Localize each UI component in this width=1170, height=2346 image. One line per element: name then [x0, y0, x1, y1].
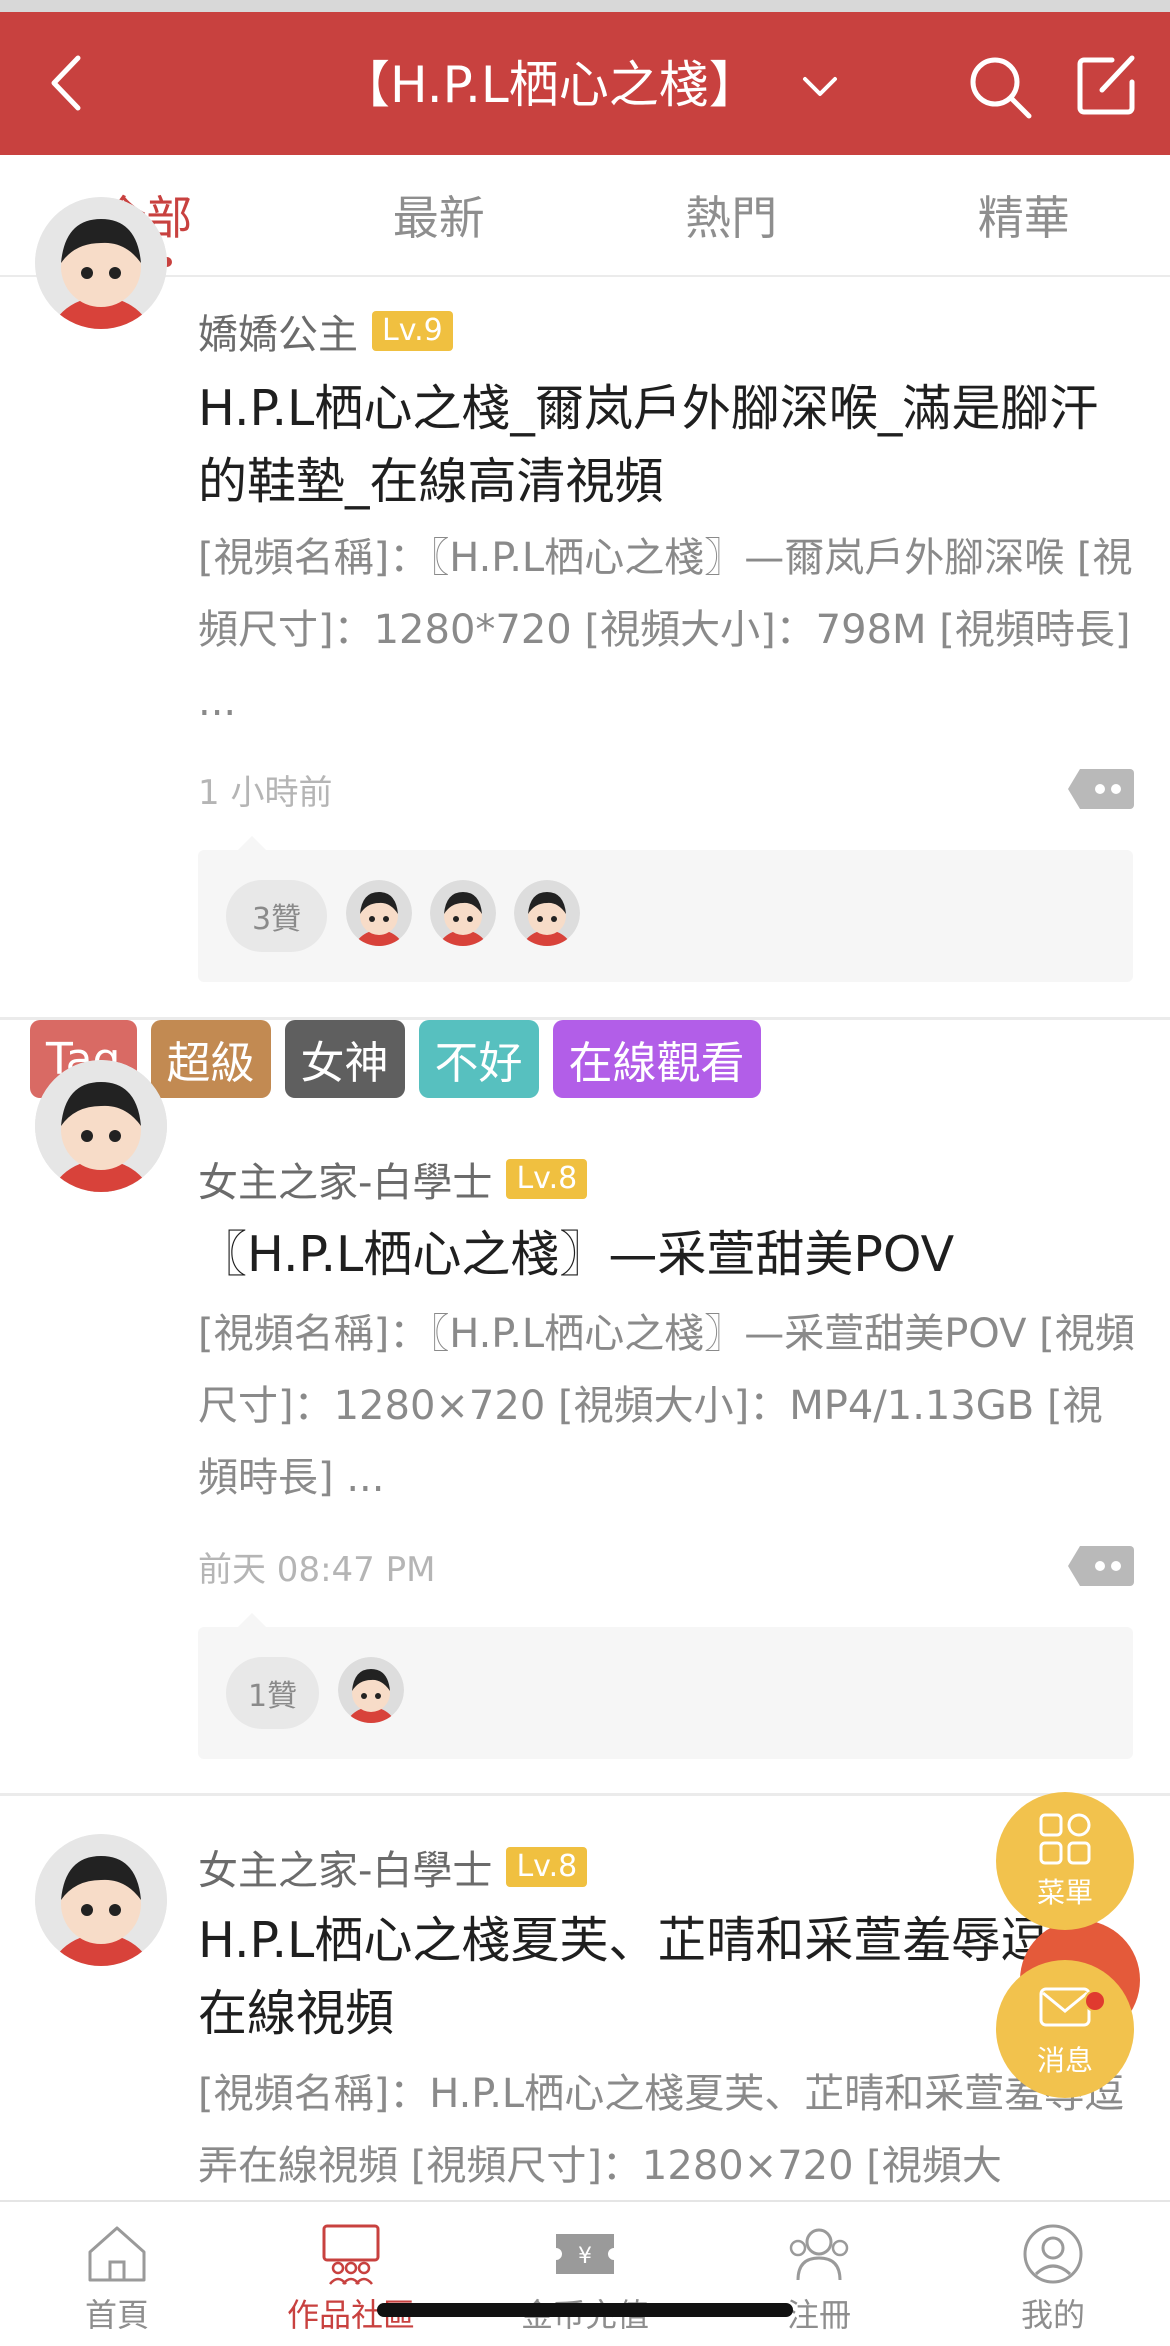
post-time: 前天 08:47 PM	[198, 1550, 436, 1590]
filter-tabs: 全部 最新 熱門 精華	[0, 155, 1170, 277]
post-title[interactable]: 〖H.P.L栖心之棧〗—采萱甜美POV	[198, 1218, 1138, 1291]
profile-icon	[1023, 2224, 1083, 2284]
unread-dot	[1084, 1990, 1106, 2012]
post-card[interactable]: 女主之家-白學士 Lv.8 H.P.L栖心之棧夏芙、芷晴和采萱羞辱逗弄在線視頻 […	[0, 1796, 1170, 2200]
menu-fab[interactable]: 菜單	[996, 1792, 1134, 1930]
like-count[interactable]: 3贊	[226, 880, 328, 952]
tab-hot[interactable]: 熱門	[585, 155, 878, 275]
back-button[interactable]	[40, 48, 100, 118]
post-title[interactable]: H.P.L栖心之棧_爾岚戶外腳深喉_滿是腳汗的鞋墊_在線高清視頻	[198, 372, 1138, 518]
nav-community[interactable]: 作品社區	[234, 2202, 468, 2346]
post-card[interactable]: 嬌嬌公主 Lv.9 H.P.L栖心之棧_爾岚戶外腳深喉_滿是腳汗的鞋墊_在線高清視…	[0, 197, 1170, 1017]
message-fab[interactable]: 消息	[996, 1960, 1134, 2098]
nav-register[interactable]: 注冊	[702, 2202, 936, 2346]
tag-chip[interactable]: 女神	[284, 1020, 405, 1098]
comment-icon	[1068, 1546, 1134, 1586]
like-count[interactable]: 1贊	[226, 1657, 320, 1729]
forum-dropdown-button[interactable]	[795, 67, 845, 107]
tab-latest[interactable]: 最新	[293, 155, 586, 275]
level-badge: Lv.8	[506, 1159, 588, 1199]
message-fab-label: 消息	[1036, 2044, 1093, 2077]
level-badge: Lv.8	[506, 1847, 588, 1887]
app-header: 【H.P.L栖心之棧】	[0, 12, 1170, 155]
nav-home[interactable]: 首頁	[0, 2202, 234, 2346]
post-author[interactable]: 嬌嬌公主 Lv.9	[198, 302, 453, 360]
mail-icon	[1039, 1987, 1091, 2027]
bottom-nav: 首頁 作品社區 ¥ 金币充值 注冊 我的	[0, 2200, 1170, 2346]
tag-chip[interactable]: 超級	[150, 1020, 271, 1098]
compose-button[interactable]	[1072, 50, 1142, 120]
avatar[interactable]	[35, 1060, 167, 1192]
nav-recharge[interactable]: ¥ 金币充值	[468, 2202, 702, 2346]
post-author[interactable]: 女主之家-白學士 Lv.8	[198, 1838, 588, 1896]
post-time: 1 小時前	[198, 773, 333, 813]
search-button[interactable]	[965, 52, 1035, 122]
forum-title[interactable]: 【H.P.L栖心之棧】	[340, 50, 760, 120]
post-excerpt: [視頻名稱]：H.P.L栖心之棧夏芙、芷晴和采萱羞辱逗弄在線視頻 [視頻尺寸]：…	[198, 2071, 1125, 2189]
nav-profile[interactable]: 我的	[936, 2202, 1170, 2346]
liker-avatar[interactable]	[430, 880, 496, 946]
edit-icon	[1077, 55, 1135, 115]
likes-panel: 3贊	[198, 836, 1133, 982]
level-badge: Lv.9	[372, 311, 453, 351]
post-excerpt: [視頻名稱]：〖H.P.L栖心之棧〗—采萱甜美POV [視頻尺寸]：1280×7…	[198, 1311, 1135, 1501]
liker-avatar[interactable]	[514, 880, 580, 946]
comment-icon	[1068, 769, 1134, 809]
chevron-down-icon	[803, 77, 837, 96]
comment-button[interactable]	[1068, 769, 1134, 809]
status-bar	[0, 0, 1170, 12]
search-icon	[970, 57, 1032, 119]
comment-button[interactable]	[1068, 1546, 1134, 1586]
users-icon	[789, 2228, 849, 2281]
menu-fab-label: 菜單	[1036, 1876, 1093, 1909]
post-author[interactable]: 女主之家-白學士 Lv.8	[198, 1150, 588, 1208]
avatar[interactable]	[35, 197, 167, 329]
avatar[interactable]	[35, 1834, 167, 1966]
chevron-left-icon	[51, 55, 81, 111]
liker-avatar[interactable]	[346, 880, 412, 946]
svg-text:¥: ¥	[578, 2244, 592, 2269]
home-indicator	[377, 2303, 793, 2317]
grid-icon	[1039, 1813, 1091, 1865]
tag-chip[interactable]: 不好	[418, 1020, 539, 1098]
community-icon	[322, 2224, 380, 2285]
tag-chip[interactable]: 在線觀看	[552, 1020, 761, 1098]
coin-ticket-icon: ¥	[556, 2234, 614, 2274]
tab-featured[interactable]: 精華	[878, 155, 1170, 275]
post-excerpt: [視頻名稱]：〖H.P.L栖心之棧〗—爾岚戶外腳深喉 [視頻尺寸]：1280*7…	[198, 535, 1133, 725]
home-icon	[88, 2226, 146, 2282]
likes-panel: 1贊	[198, 1613, 1133, 1759]
post-card[interactable]: 女主之家-白學士 Lv.8 〖H.P.L栖心之棧〗—采萱甜美POV [視頻名稱]：…	[0, 1020, 1170, 1790]
liker-avatar[interactable]	[338, 1657, 404, 1723]
